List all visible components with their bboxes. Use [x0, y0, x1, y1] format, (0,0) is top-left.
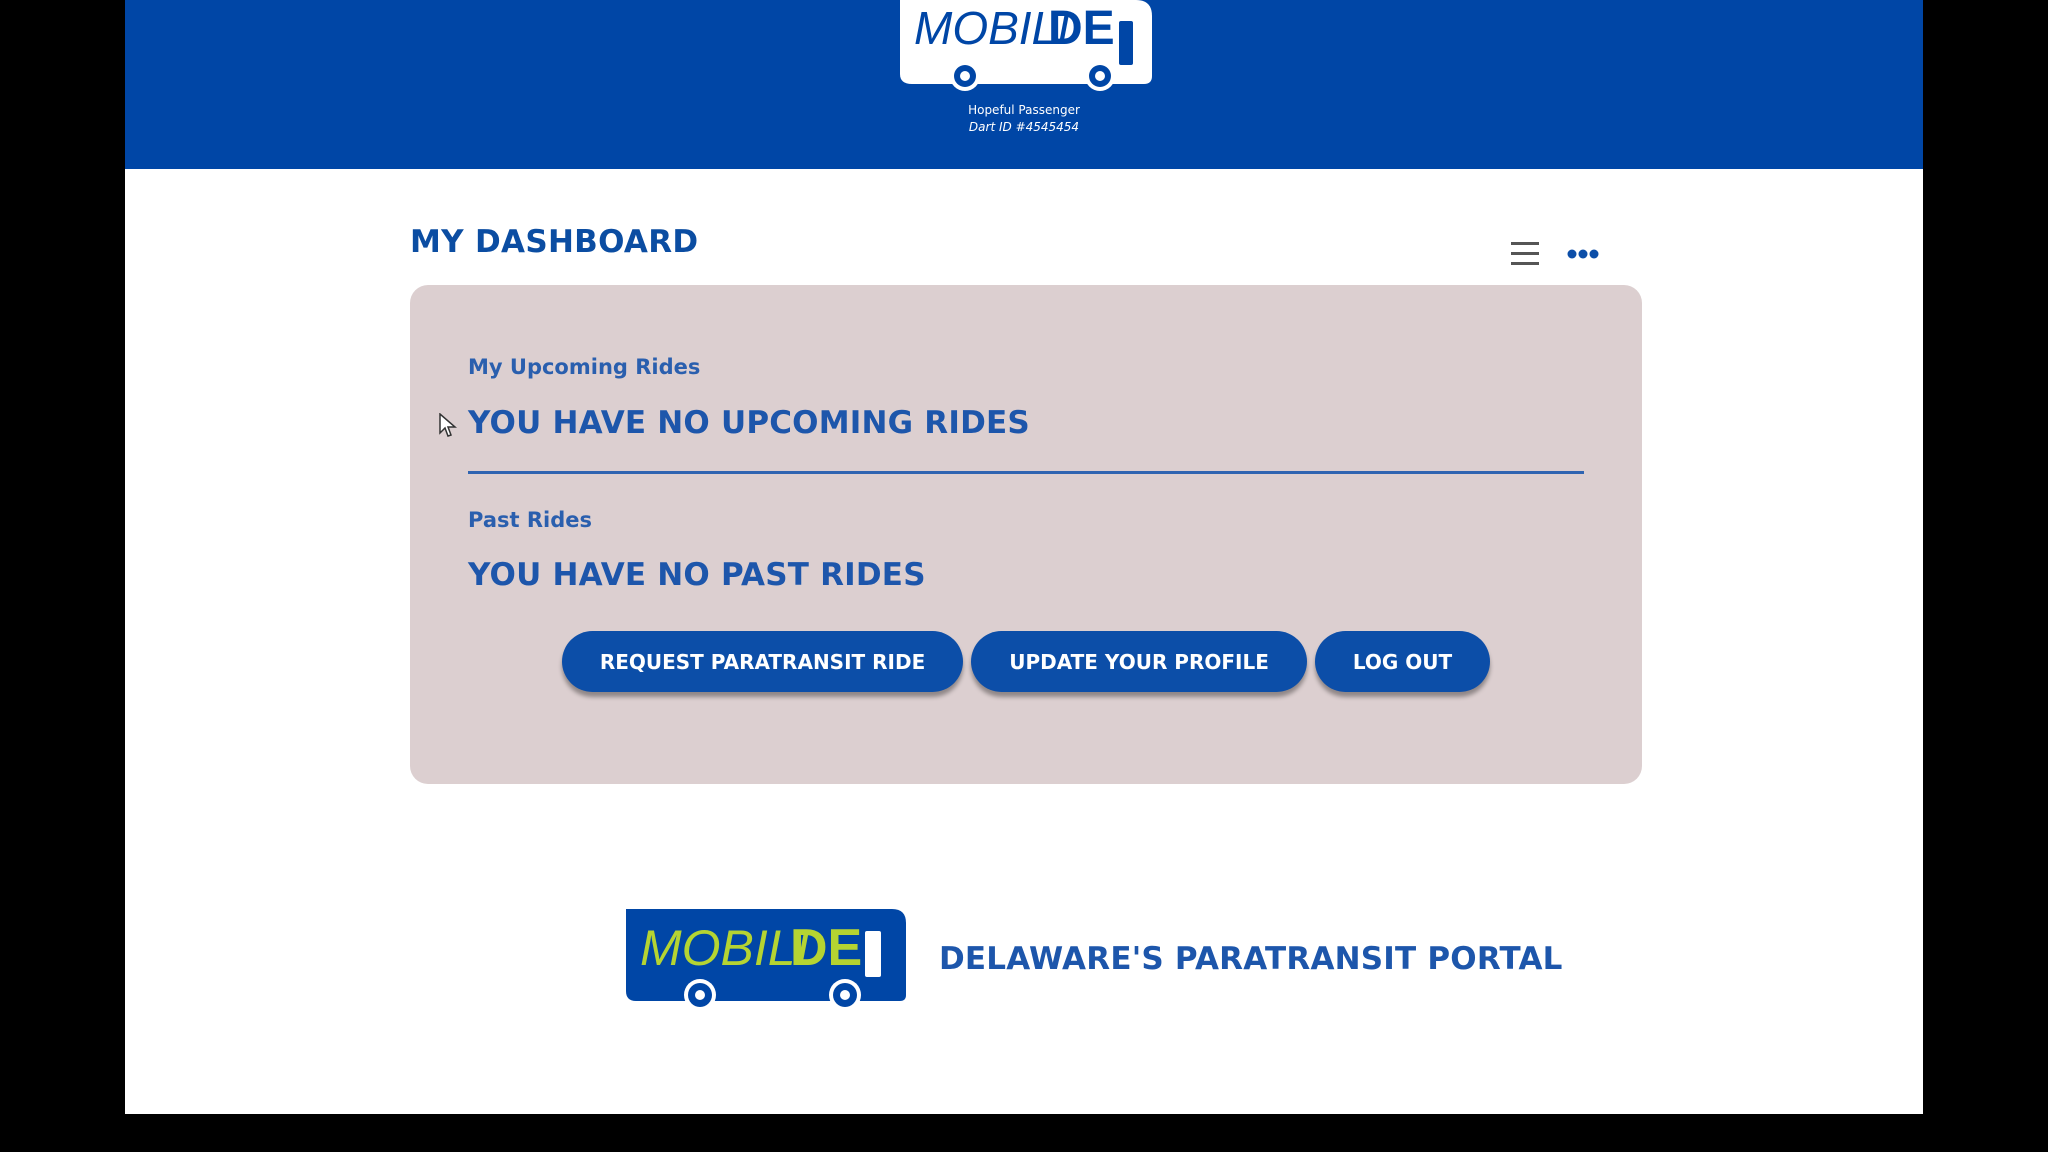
section-divider [468, 471, 1584, 474]
footer-logo: MOBILI DE [620, 903, 910, 1011]
rides-card: My Upcoming Rides YOU HAVE NO UPCOMING R… [410, 285, 1642, 784]
footer-tagline: DELAWARE'S PARATRANSIT PORTAL [939, 941, 1563, 977]
footer-logo-text: MOBILI [640, 920, 810, 976]
app-page: MOBILI DE Hopeful Passenger Dart ID #454… [125, 0, 1923, 1114]
header-logo-text: MOBILI [914, 2, 1070, 54]
app-header: MOBILI DE Hopeful Passenger Dart ID #454… [125, 0, 1923, 169]
more-options-icon[interactable] [1567, 244, 1599, 264]
dart-id: Dart ID #4545454 [968, 120, 1080, 134]
upcoming-rides-label: My Upcoming Rides [468, 355, 701, 379]
bus-logo-icon: MOBILI DE [900, 0, 1152, 91]
past-rides-label: Past Rides [468, 508, 592, 532]
update-profile-button[interactable]: UPDATE YOUR PROFILE [971, 631, 1307, 692]
header-logo-text-de: DE [1048, 2, 1115, 55]
mouse-cursor-icon [439, 412, 458, 439]
past-rides-status: YOU HAVE NO PAST RIDES [468, 557, 926, 593]
bus-logo-icon: MOBILI DE [626, 909, 906, 1011]
request-paratransit-ride-button[interactable]: REQUEST PARATRANSIT RIDE [561, 631, 964, 692]
passenger-name: Hopeful Passenger [968, 103, 1080, 117]
log-out-button[interactable]: LOG OUT [1314, 631, 1491, 692]
footer-logo-text-de: DE [790, 919, 862, 977]
menu-icon[interactable] [1511, 241, 1539, 267]
upcoming-rides-status: YOU HAVE NO UPCOMING RIDES [468, 405, 1030, 441]
header-logo[interactable]: MOBILI DE [890, 0, 1160, 96]
page-title: MY DASHBOARD [410, 224, 699, 260]
action-buttons: REQUEST PARATRANSIT RIDE UPDATE YOUR PRO… [410, 631, 1642, 692]
